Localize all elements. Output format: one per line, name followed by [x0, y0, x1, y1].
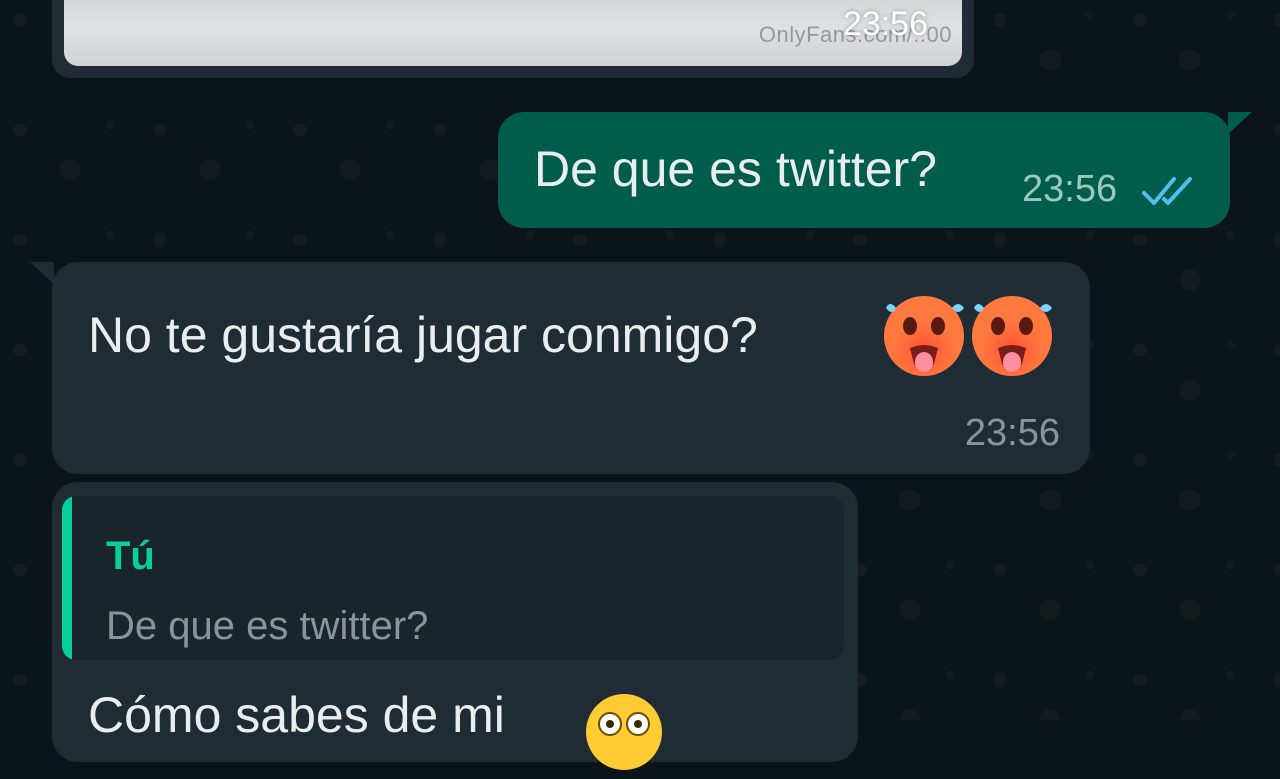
message-time: 23:56 [964, 412, 1060, 454]
read-receipt-icon [1142, 174, 1200, 213]
incoming-message-bubble[interactable]: No te gustaría jugar conmigo? 23:56 [30, 262, 1090, 474]
astonished-face-emoji-icon [582, 690, 666, 779]
outgoing-message-bubble[interactable]: De que es twitter? 23:56 [498, 112, 1252, 228]
message-text: Cómo sabes de mi [88, 687, 505, 743]
hot-face-emoji-icon [884, 296, 964, 376]
message-time: 23:56 [1022, 168, 1118, 210]
hot-face-emoji-icon [972, 296, 1052, 376]
message-time: 23:56 [842, 5, 928, 43]
quote-accent-bar [62, 496, 72, 660]
image-thumbnail[interactable]: OnlyFans.com/..00 23:56 [64, 0, 962, 66]
message-text: De que es twitter? [534, 141, 937, 197]
message-text: No te gustaría jugar conmigo? [88, 307, 758, 363]
image-message-bubble[interactable]: OnlyFans.com/..00 23:56 [52, 0, 974, 78]
quote-text: De que es twitter? [106, 604, 429, 648]
quoted-message[interactable]: Tú De que es twitter? [62, 496, 844, 660]
emoji-group [880, 290, 1060, 385]
quote-author: Tú [106, 534, 155, 578]
incoming-reply-bubble[interactable]: Tú De que es twitter? Cómo sabes de mi [52, 482, 858, 770]
